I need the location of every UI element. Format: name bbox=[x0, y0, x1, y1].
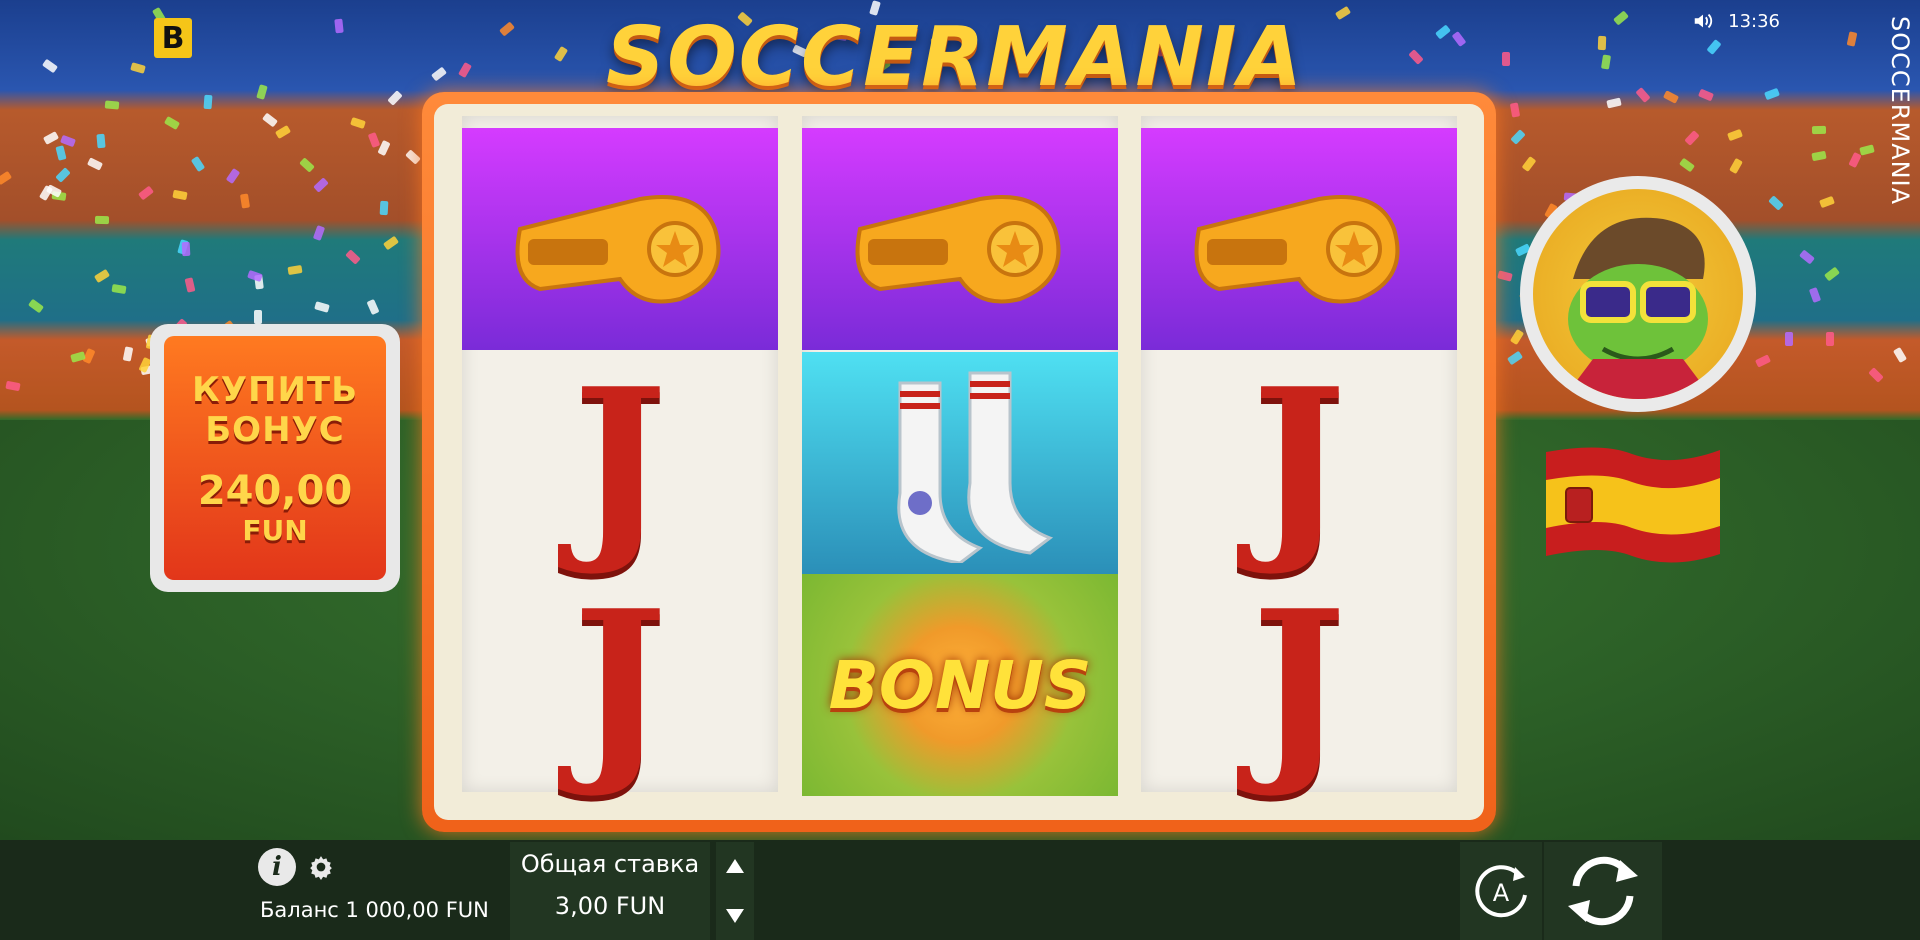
buy-bonus-amount: 240,00 bbox=[197, 467, 353, 514]
info-button[interactable]: i bbox=[258, 848, 296, 886]
whistle-symbol bbox=[802, 128, 1118, 350]
bonus-symbol: BONUS bbox=[802, 574, 1118, 796]
buy-bonus-panel: КУПИТЬ БОНУС 240,00 FUN bbox=[164, 336, 386, 580]
stake-value: 3,00 FUN bbox=[554, 892, 666, 920]
stake-increase-button[interactable] bbox=[716, 842, 754, 890]
confetti-piece bbox=[1811, 126, 1826, 135]
game-title: SOCCERMANIA bbox=[606, 9, 1304, 105]
balance-display: Баланс 1 000,00 FUN bbox=[260, 898, 489, 922]
confetti-piece bbox=[334, 18, 344, 34]
svg-text:A: A bbox=[1493, 879, 1510, 907]
confetti-piece bbox=[181, 241, 191, 257]
j-symbol: J bbox=[572, 567, 668, 802]
j-symbol: J bbox=[1251, 345, 1347, 580]
buy-bonus-line2: БОНУС bbox=[205, 409, 345, 450]
reel-3: J J bbox=[1141, 116, 1457, 792]
socks-icon bbox=[897, 371, 1054, 563]
stake-decrease-button[interactable] bbox=[716, 892, 754, 940]
gear-icon[interactable] bbox=[308, 854, 334, 880]
confetti-piece bbox=[104, 99, 120, 110]
buy-bonus-button[interactable]: КУПИТЬ БОНУС 240,00 FUN bbox=[150, 324, 400, 592]
reel-2: BONUS bbox=[802, 116, 1118, 796]
confetti-piece bbox=[1825, 332, 1834, 347]
confetti-piece bbox=[1597, 35, 1607, 50]
whistle-symbol bbox=[1141, 128, 1457, 350]
autoplay-button[interactable]: A bbox=[1460, 842, 1542, 940]
buy-bonus-currency: FUN bbox=[242, 513, 308, 547]
side-game-title: SOCCERMANIA bbox=[1886, 16, 1914, 206]
stake-stepper bbox=[716, 842, 754, 940]
confetti-piece bbox=[379, 200, 389, 215]
whistle-icon bbox=[1194, 195, 1400, 304]
whistle-symbol bbox=[462, 128, 778, 350]
confetti-piece bbox=[1502, 51, 1511, 66]
buy-bonus-line1: КУПИТЬ bbox=[191, 369, 359, 410]
confetti-piece bbox=[253, 310, 262, 325]
spain-flag-icon bbox=[1546, 447, 1720, 563]
whistle-icon bbox=[855, 195, 1061, 304]
brand-logo: B bbox=[154, 18, 192, 58]
spin-icon bbox=[1568, 856, 1638, 926]
autoplay-icon: A bbox=[1475, 865, 1527, 918]
stake-label: Общая ставка bbox=[520, 850, 700, 878]
j-symbol: J bbox=[572, 345, 668, 580]
mascot-avatar bbox=[1520, 176, 1756, 412]
confetti-piece bbox=[111, 283, 127, 294]
confetti-piece bbox=[96, 133, 106, 148]
confetti-piece bbox=[203, 94, 213, 110]
confetti-piece bbox=[94, 215, 109, 225]
total-stake-panel: Общая ставка 3,00 FUN bbox=[510, 842, 710, 940]
clock: 13:36 bbox=[1728, 10, 1780, 32]
arrow-down-icon bbox=[726, 909, 744, 923]
confetti-piece bbox=[1785, 332, 1794, 347]
reel-1: J J bbox=[462, 116, 778, 792]
j-symbol: J bbox=[1251, 567, 1347, 802]
speaker-icon[interactable] bbox=[1692, 10, 1714, 32]
status-bar: 13:36 bbox=[1692, 10, 1780, 32]
arrow-up-icon bbox=[726, 859, 744, 873]
frog-mascot-icon bbox=[1533, 189, 1743, 399]
whistle-icon bbox=[515, 195, 721, 304]
socks-symbol bbox=[802, 352, 1118, 574]
spin-button[interactable] bbox=[1544, 842, 1662, 940]
